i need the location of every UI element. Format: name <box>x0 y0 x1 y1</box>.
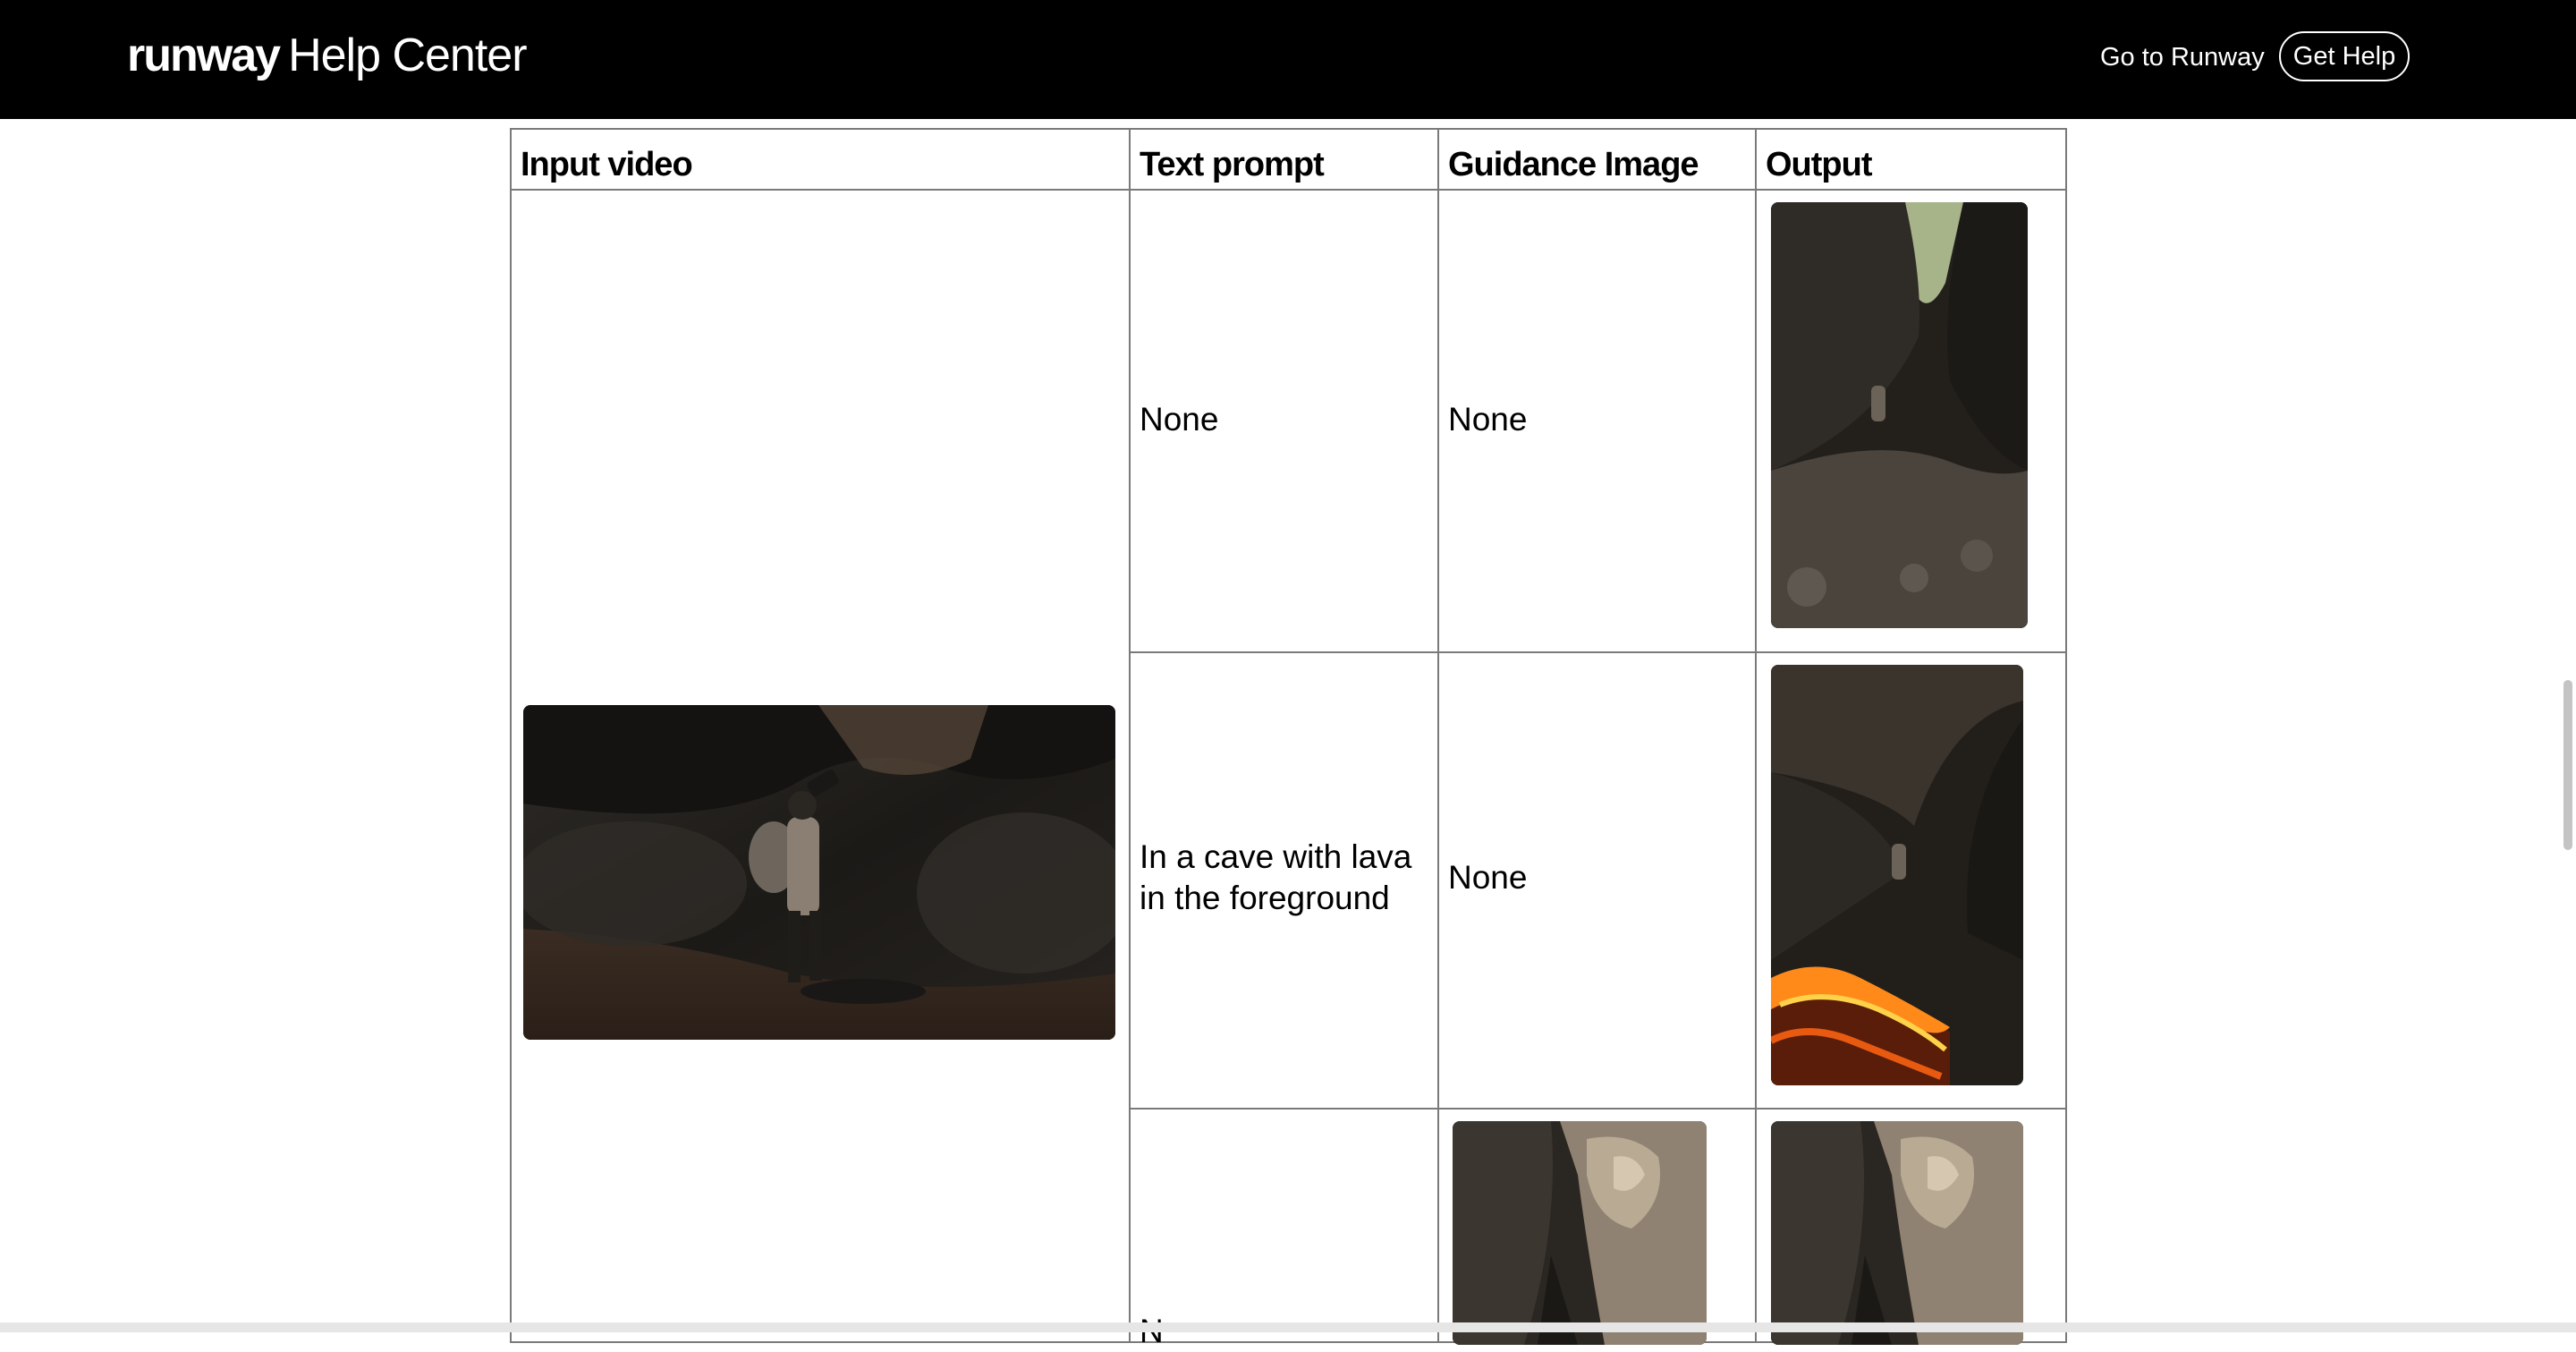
output-cell <box>1755 651 2067 1110</box>
column-header-label: Guidance Image <box>1448 146 1699 183</box>
rock-formation-photo <box>1453 1121 1707 1345</box>
vertical-scrollbar-thumb[interactable] <box>2563 680 2572 850</box>
text-prompt-cell: None <box>1129 189 1439 653</box>
guidance-image-cell: None <box>1437 651 1757 1110</box>
guidance-image-value: None <box>1448 859 1528 896</box>
column-header-input-video: Input video <box>510 128 1131 191</box>
text-prompt-cell: In a cave with lava in the foreground <box>1129 651 1439 1110</box>
column-header-label: Input video <box>521 146 693 183</box>
horizontal-scrollbar[interactable] <box>0 1322 2576 1332</box>
input-video-cell <box>510 189 1131 1343</box>
guidance-image-cell: None <box>1437 189 1757 653</box>
column-header-label: Text prompt <box>1140 146 1325 183</box>
input-video-thumbnail[interactable] <box>523 705 1115 1040</box>
text-prompt-cell: N <box>1129 1108 1439 1349</box>
guidance-image-cell <box>1437 1108 1757 1345</box>
output-cell <box>1755 189 2067 653</box>
column-header-text-prompt: Text prompt <box>1129 128 1439 191</box>
cave-photo <box>523 705 1115 1040</box>
lava-cave-photo <box>1771 665 2023 1085</box>
column-header-output: Output <box>1755 128 2067 191</box>
guidance-image-thumbnail[interactable] <box>1453 1121 1707 1345</box>
output-thumbnail[interactable] <box>1771 202 2028 628</box>
column-header-guidance-image: Guidance Image <box>1437 128 1757 191</box>
output-thumbnail[interactable] <box>1771 1121 2023 1345</box>
rock-formation-photo <box>1771 1121 2023 1345</box>
output-thumbnail[interactable] <box>1771 665 2023 1085</box>
guidance-image-value: None <box>1448 401 1528 438</box>
cave-photo <box>1771 202 2028 628</box>
text-prompt-value: None <box>1140 401 1219 438</box>
output-cell <box>1755 1108 2067 1345</box>
comparison-table: Input video Text prompt Guidance Image O… <box>0 0 2576 1349</box>
column-header-label: Output <box>1766 146 1873 183</box>
text-prompt-value: In a cave with lava in the foreground <box>1140 838 1412 916</box>
